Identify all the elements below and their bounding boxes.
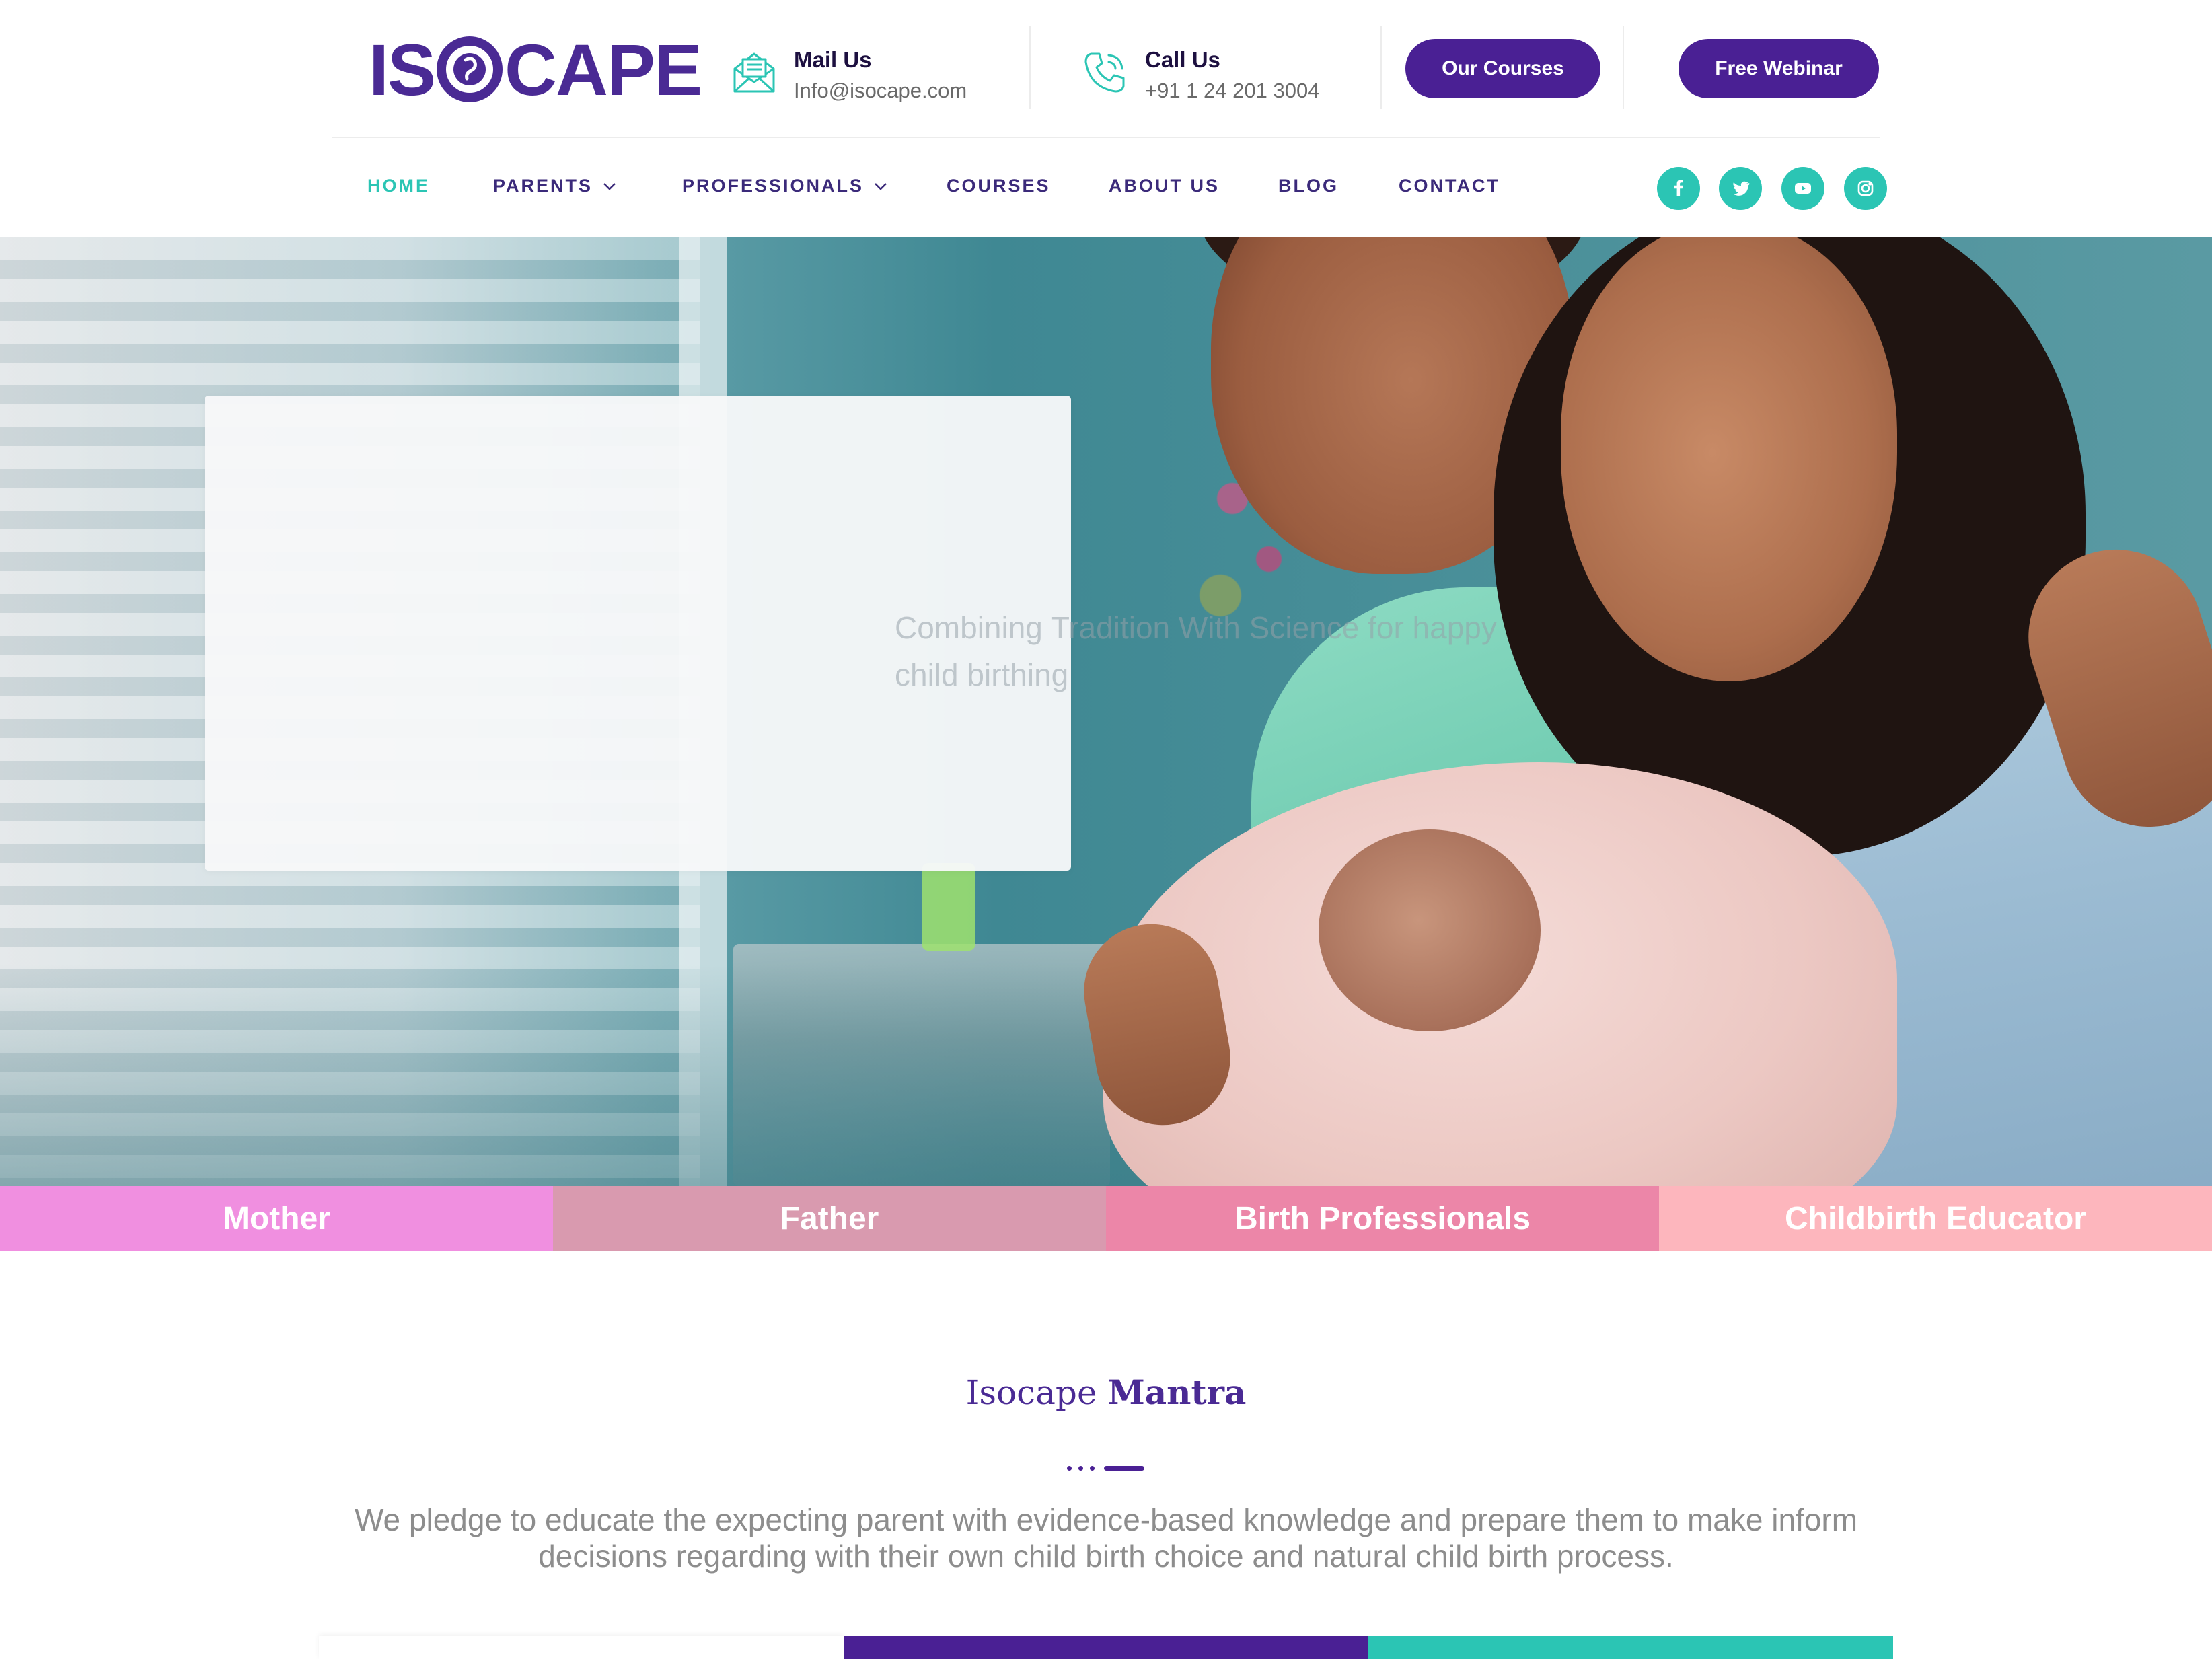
divider-dot [1090,1465,1095,1471]
call-number[interactable]: +91 1 24 201 3004 [1145,75,1319,106]
mantra-heading-part1: Isocape [965,1373,1097,1412]
hero-bottle [922,863,975,951]
chevron-down-icon [603,182,616,190]
mantra-heading: Isocape Mantra [0,1372,2212,1412]
our-courses-button[interactable]: Our Courses [1405,39,1600,98]
envelope-icon [731,48,778,96]
divider-dot [1078,1465,1083,1471]
feature-block-teal[interactable] [1368,1636,1893,1659]
section-divider [1067,1465,1144,1471]
hero-mother-face [1561,237,1897,681]
mail-title: Mail Us [794,47,872,72]
logo-text-right: CAPE [505,28,702,110]
mail-contact[interactable]: Mail Us Info@isocape.com [731,44,967,106]
nav-home[interactable]: HOME [367,176,430,196]
instagram-icon[interactable] [1844,167,1887,210]
facebook-icon[interactable] [1657,167,1700,210]
header-divider [1029,26,1031,109]
call-contact[interactable]: Call Us +91 1 24 201 3004 [1082,44,1319,106]
divider-dot [1067,1465,1072,1471]
twitter-icon[interactable] [1719,167,1762,210]
feature-block-purple[interactable] [844,1636,1368,1659]
free-webinar-button[interactable]: Free Webinar [1679,39,1879,98]
top-header: IS CAPE Mail Us Info@isocape.com Call Us… [0,0,2212,138]
call-title: Call Us [1145,47,1220,72]
isocape-logo[interactable]: IS CAPE [369,29,702,110]
header-divider [1623,26,1624,109]
logo-mark-icon [436,36,503,103]
divider-bar [1104,1465,1144,1471]
nav-about-us[interactable]: ABOUT US [1109,176,1220,196]
header-divider [1380,26,1382,109]
mail-address[interactable]: Info@isocape.com [794,75,967,106]
mantra-heading-part2: Mantra [1107,1372,1247,1412]
category-father[interactable]: Father [553,1186,1106,1251]
feature-blocks [319,1636,1893,1659]
youtube-icon[interactable] [1781,167,1824,210]
hero-caption-text: Combining Tradition With Science for hap… [895,610,1497,692]
nav-contact[interactable]: CONTACT [1399,176,1500,196]
nav-blog[interactable]: BLOG [1278,176,1339,196]
phone-icon [1082,48,1129,96]
category-mother[interactable]: Mother [0,1186,553,1251]
nav-courses[interactable]: COURSES [947,176,1051,196]
hero-baby-face [1319,830,1541,1031]
nav-professionals[interactable]: PROFESSIONALS [682,176,889,196]
category-childbirth-educator[interactable]: Childbirth Educator [1659,1186,2212,1251]
mantra-paragraph: We pledge to educate the expecting paren… [354,1502,1858,1574]
feature-block-white[interactable] [319,1636,844,1659]
logo-text-left: IS [369,28,436,110]
category-birth-professionals[interactable]: Birth Professionals [1106,1186,1659,1251]
audience-categories: Mother Father Birth Professionals Childb… [0,1186,2212,1251]
chevron-down-icon [875,182,887,190]
nav-parents[interactable]: PARENTS [493,176,618,196]
